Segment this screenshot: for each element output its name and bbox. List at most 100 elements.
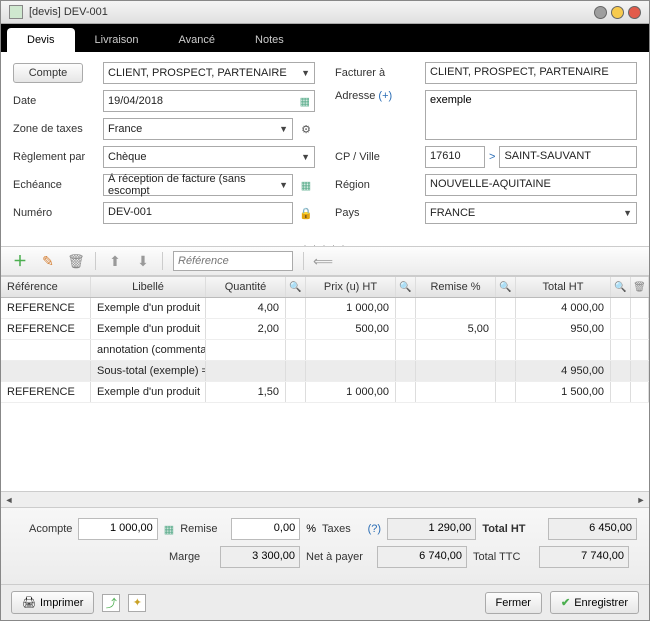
table-row[interactable]: REFERENCEExemple d'un produit1,501 000,0… — [1, 382, 649, 403]
table-row[interactable]: Sous-total (exemple) =4 950,00 — [1, 361, 649, 382]
col-delete[interactable]: 🗑 — [631, 277, 649, 297]
back-icon[interactable]: ⟸ — [314, 252, 332, 270]
facturer-input[interactable]: CLIENT, PROSPECT, PARTENAIRE — [425, 62, 637, 84]
col-reference[interactable]: Référence — [1, 277, 91, 297]
cell-remise — [416, 361, 496, 381]
col-prix-search[interactable]: 🔍 — [396, 277, 416, 297]
col-total[interactable]: Total HT — [516, 277, 611, 297]
cell-prix: 1 000,00 — [306, 382, 396, 402]
chevron-down-icon: ▼ — [279, 180, 288, 190]
col-remise[interactable]: Remise % — [416, 277, 496, 297]
echeance-select[interactable]: À réception de facture (sans escompt▼ — [103, 174, 293, 196]
reglement-select[interactable]: Chèque▼ — [103, 146, 315, 168]
table-row[interactable]: REFERENCEExemple d'un produit2,00500,005… — [1, 319, 649, 340]
cell-total: 4 000,00 — [516, 298, 611, 318]
tab-avance[interactable]: Avancé — [159, 28, 236, 52]
calculator-icon[interactable]: ▦ — [164, 523, 174, 536]
netapayer-label: Net à payer — [306, 551, 371, 563]
tab-livraison[interactable]: Livraison — [75, 28, 159, 52]
acompte-input[interactable]: 1 000,00 — [78, 518, 157, 540]
tab-bar: Devis Livraison Avancé Notes — [1, 24, 649, 52]
form-area: Compte CLIENT, PROSPECT, PARTENAIRE▼ Dat… — [1, 52, 649, 240]
ville-input[interactable]: SAINT-SAUVANT — [499, 146, 637, 168]
adresse-input[interactable]: exemple — [425, 90, 637, 140]
col-prix[interactable]: Prix (u) HT — [306, 277, 396, 297]
cell-total: 950,00 — [516, 319, 611, 339]
delete-icon[interactable]: 🗑 — [67, 252, 85, 270]
zone-select[interactable]: France▼ — [103, 118, 293, 140]
cp-input[interactable]: 17610 — [425, 146, 485, 168]
check-icon: ✔ — [561, 596, 570, 609]
col-remise-search[interactable]: 🔍 — [496, 277, 516, 297]
lock-icon[interactable]: 🔒 — [297, 204, 315, 222]
cell-ref: REFERENCE — [1, 382, 91, 402]
totalttc-value: 7 740,00 — [539, 546, 629, 568]
line-toolbar: ＋ ✎ 🗑 ⬆ ⬇ ⟸ — [1, 246, 649, 276]
zone-label: Zone de taxes — [13, 123, 103, 135]
print-button[interactable]: 🖨Imprimer — [11, 591, 94, 614]
move-down-icon[interactable]: ⬇ — [134, 252, 152, 270]
maximize-icon[interactable] — [611, 6, 624, 19]
col-total-search[interactable]: 🔍 — [611, 277, 631, 297]
close-button[interactable]: Fermer — [485, 592, 542, 614]
delete-icon: 🗑 — [633, 282, 646, 293]
date-label: Date — [13, 95, 103, 107]
compte-button[interactable]: Compte — [13, 63, 83, 83]
save-button[interactable]: ✔Enregistrer — [550, 591, 639, 614]
add-icon[interactable]: ＋ — [11, 252, 29, 270]
table-row[interactable]: annotation (commentaire) libr... — [1, 340, 649, 361]
facturer-label: Facturer à — [335, 67, 425, 79]
netapayer-value: 6 740,00 — [377, 546, 467, 568]
date-input[interactable]: 19/04/2018▦ — [103, 90, 315, 112]
cell-total: 4 950,00 — [516, 361, 611, 381]
remise-input[interactable]: 0,00 — [231, 518, 300, 540]
tab-devis[interactable]: Devis — [7, 28, 75, 52]
cell-libelle: Exemple d'un produit — [91, 382, 206, 402]
adresse-add-link[interactable]: (+) — [378, 90, 392, 102]
reference-search-input[interactable] — [173, 251, 293, 271]
scroll-left-icon[interactable]: ◄ — [1, 495, 17, 505]
cell-ref: REFERENCE — [1, 319, 91, 339]
compte-select[interactable]: CLIENT, PROSPECT, PARTENAIRE▼ — [103, 62, 315, 84]
gear-icon[interactable]: ⚙ — [297, 120, 315, 138]
calendar-icon[interactable]: ▦ — [300, 95, 310, 108]
horizontal-scrollbar[interactable]: ◄ ► — [1, 491, 649, 507]
calendar-icon[interactable]: ▦ — [297, 176, 315, 194]
minimize-icon[interactable] — [594, 6, 607, 19]
cell-qte: 2,00 — [206, 319, 286, 339]
scroll-right-icon[interactable]: ► — [633, 495, 649, 505]
cell-prix: 500,00 — [306, 319, 396, 339]
table-row[interactable]: REFERENCEExemple d'un produit4,001 000,0… — [1, 298, 649, 319]
region-input[interactable]: NOUVELLE-AQUITAINE — [425, 174, 637, 196]
cell-libelle: Exemple d'un produit — [91, 298, 206, 318]
export-icon[interactable]: ⤴ — [102, 594, 120, 612]
col-qte-search[interactable]: 🔍 — [286, 277, 306, 297]
grid-body: REFERENCEExemple d'un produit4,001 000,0… — [1, 298, 649, 491]
chevron-down-icon: ▼ — [301, 152, 310, 162]
cell-prix — [306, 361, 396, 381]
quote-window: [devis] DEV-001 Devis Livraison Avancé N… — [0, 0, 650, 621]
close-icon[interactable] — [628, 6, 641, 19]
move-up-icon[interactable]: ⬆ — [106, 252, 124, 270]
edit-icon[interactable]: ✎ — [39, 252, 57, 270]
taxes-value: 1 290,00 — [387, 518, 476, 540]
cp-lookup-icon[interactable]: > — [485, 151, 499, 163]
cp-label: CP / Ville — [335, 151, 425, 163]
cell-total — [516, 340, 611, 360]
cell-qte — [206, 340, 286, 360]
taxes-help-link[interactable]: (?) — [368, 523, 381, 535]
reglement-label: Règlement par — [13, 151, 103, 163]
col-libelle[interactable]: Libellé — [91, 277, 206, 297]
search-icon: 🔍 — [499, 282, 511, 293]
tools-icon[interactable]: ✦ — [128, 594, 146, 612]
numero-input[interactable]: DEV-001 — [103, 202, 293, 224]
cell-libelle: annotation (commentaire) libr... — [91, 340, 206, 360]
tab-notes[interactable]: Notes — [235, 28, 304, 52]
totalttc-label: Total TTC — [473, 551, 533, 563]
cell-remise — [416, 298, 496, 318]
cell-remise — [416, 340, 496, 360]
col-quantite[interactable]: Quantité — [206, 277, 286, 297]
right-column: Facturer à CLIENT, PROSPECT, PARTENAIRE … — [335, 62, 637, 230]
pays-select[interactable]: FRANCE▼ — [425, 202, 637, 224]
cell-qte: 4,00 — [206, 298, 286, 318]
